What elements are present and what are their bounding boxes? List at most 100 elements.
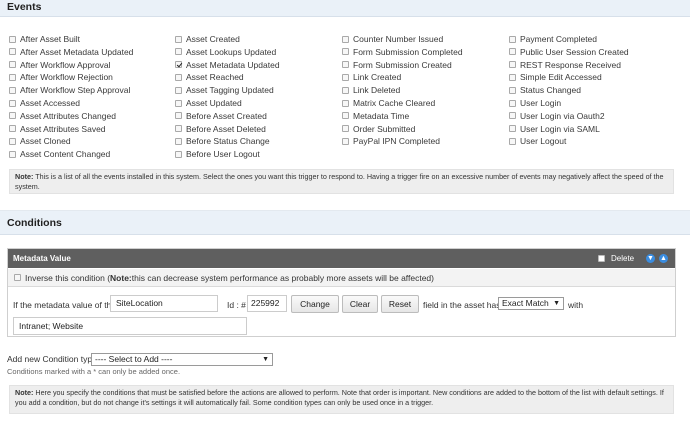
- event-checkbox[interactable]: [342, 112, 349, 120]
- event-option[interactable]: User Login via SAML: [509, 123, 600, 135]
- event-option[interactable]: After Workflow Step Approval: [9, 84, 130, 96]
- event-label: Asset Content Changed: [20, 149, 111, 160]
- event-option[interactable]: User Login: [509, 97, 561, 109]
- event-option[interactable]: Asset Cloned: [9, 135, 71, 147]
- event-checkbox[interactable]: [342, 99, 349, 107]
- event-option[interactable]: Counter Number Issued: [342, 33, 443, 45]
- event-checkbox[interactable]: [509, 99, 516, 107]
- event-option[interactable]: Before Asset Deleted: [175, 123, 266, 135]
- event-checkbox[interactable]: [175, 48, 182, 56]
- event-checkbox[interactable]: [509, 137, 516, 145]
- event-checkbox[interactable]: [9, 86, 16, 94]
- event-checkbox[interactable]: [509, 48, 516, 56]
- event-checkbox[interactable]: [175, 61, 182, 69]
- change-button[interactable]: Change: [291, 295, 339, 313]
- event-option[interactable]: Link Created: [342, 71, 401, 83]
- event-checkbox[interactable]: [9, 73, 16, 81]
- event-checkbox[interactable]: [175, 86, 182, 94]
- event-option[interactable]: Asset Created: [175, 33, 240, 45]
- event-checkbox[interactable]: [9, 137, 16, 145]
- event-checkbox[interactable]: [342, 35, 349, 43]
- event-checkbox[interactable]: [9, 99, 16, 107]
- event-label: Before Status Change: [186, 136, 270, 147]
- event-checkbox[interactable]: [175, 137, 182, 145]
- event-option[interactable]: Order Submitted: [342, 123, 415, 135]
- delete-toggle[interactable]: Delete: [598, 249, 634, 268]
- event-checkbox[interactable]: [509, 125, 516, 133]
- event-checkbox[interactable]: [342, 125, 349, 133]
- clear-button[interactable]: Clear: [342, 295, 378, 313]
- event-option[interactable]: Asset Reached: [175, 71, 244, 83]
- event-checkbox[interactable]: [9, 125, 16, 133]
- event-checkbox[interactable]: [342, 73, 349, 81]
- reset-button[interactable]: Reset: [381, 295, 419, 313]
- event-option[interactable]: After Workflow Approval: [9, 59, 111, 71]
- event-option[interactable]: Form Submission Created: [342, 59, 452, 71]
- match-type-select[interactable]: Exact Match ▼: [498, 297, 564, 310]
- event-option[interactable]: PayPal IPN Completed: [342, 135, 440, 147]
- event-option[interactable]: Form Submission Completed: [342, 46, 463, 58]
- event-checkbox[interactable]: [175, 35, 182, 43]
- event-option[interactable]: Asset Attributes Saved: [9, 123, 106, 135]
- event-checkbox[interactable]: [342, 86, 349, 94]
- event-option[interactable]: Asset Accessed: [9, 97, 80, 109]
- event-checkbox[interactable]: [342, 61, 349, 69]
- event-option[interactable]: User Logout: [509, 135, 566, 147]
- event-checkbox[interactable]: [175, 125, 182, 133]
- event-checkbox[interactable]: [9, 61, 16, 69]
- event-label: Asset Attributes Changed: [20, 110, 116, 121]
- event-label: Asset Accessed: [20, 98, 81, 108]
- event-option[interactable]: Matrix Cache Cleared: [342, 97, 435, 109]
- event-option[interactable]: Asset Metadata Updated: [175, 59, 280, 71]
- event-option[interactable]: Asset Content Changed: [9, 148, 110, 160]
- event-checkbox[interactable]: [9, 35, 16, 43]
- event-checkbox[interactable]: [175, 112, 182, 120]
- add-condition-select[interactable]: ---- Select to Add ---- ▼: [91, 353, 273, 366]
- event-option[interactable]: Asset Attributes Changed: [9, 110, 116, 122]
- event-checkbox[interactable]: [175, 99, 182, 107]
- event-option[interactable]: Asset Updated: [175, 97, 242, 109]
- event-checkbox[interactable]: [9, 150, 16, 158]
- event-option[interactable]: Simple Edit Accessed: [509, 71, 602, 83]
- asset-id-field[interactable]: 225992: [247, 295, 287, 312]
- event-option[interactable]: After Workflow Rejection: [9, 71, 113, 83]
- event-option[interactable]: Asset Lookups Updated: [175, 46, 276, 58]
- event-option[interactable]: After Asset Built: [9, 33, 80, 45]
- arrow-up-icon[interactable]: ▲: [659, 254, 668, 263]
- event-option[interactable]: After Asset Metadata Updated: [9, 46, 133, 58]
- events-heading: Events: [0, 0, 690, 17]
- inverse-condition-row: Inverse this condition (Note: this can d…: [8, 269, 675, 287]
- metadata-value-input[interactable]: Intranet; Website: [13, 317, 247, 335]
- event-option[interactable]: Link Deleted: [342, 84, 400, 96]
- event-checkbox[interactable]: [509, 35, 516, 43]
- event-checkbox[interactable]: [509, 86, 516, 94]
- event-option[interactable]: Before User Logout: [175, 148, 260, 160]
- delete-checkbox[interactable]: [598, 255, 605, 262]
- event-option[interactable]: Metadata Time: [342, 110, 409, 122]
- event-checkbox[interactable]: [509, 112, 516, 120]
- event-checkbox[interactable]: [509, 73, 516, 81]
- event-checkbox[interactable]: [175, 73, 182, 81]
- event-checkbox[interactable]: [342, 48, 349, 56]
- event-option[interactable]: Payment Completed: [509, 33, 597, 45]
- event-option[interactable]: Before Asset Created: [175, 110, 267, 122]
- event-label: Before Asset Deleted: [186, 123, 266, 134]
- event-checkbox[interactable]: [509, 61, 516, 69]
- event-option[interactable]: User Login via Oauth2: [509, 110, 605, 122]
- event-option[interactable]: Before Status Change: [175, 135, 270, 147]
- event-checkbox[interactable]: [175, 150, 182, 158]
- event-label: Metadata Time: [353, 110, 410, 121]
- arrow-down-icon[interactable]: ▼: [646, 254, 655, 263]
- event-label: PayPal IPN Completed: [353, 136, 440, 147]
- event-option[interactable]: Public User Session Created: [509, 46, 629, 58]
- event-option[interactable]: REST Response Received: [509, 59, 621, 71]
- inverse-checkbox[interactable]: [14, 274, 21, 281]
- event-checkbox[interactable]: [9, 112, 16, 120]
- event-option[interactable]: Asset Tagging Updated: [175, 84, 274, 96]
- event-checkbox[interactable]: [9, 48, 16, 56]
- event-checkbox[interactable]: [342, 137, 349, 145]
- metadata-field-name[interactable]: SiteLocation: [110, 295, 218, 312]
- event-option[interactable]: Status Changed: [509, 84, 581, 96]
- add-condition-label: Add new Condition type:: [7, 354, 100, 364]
- event-label: Asset Lookups Updated: [186, 46, 277, 57]
